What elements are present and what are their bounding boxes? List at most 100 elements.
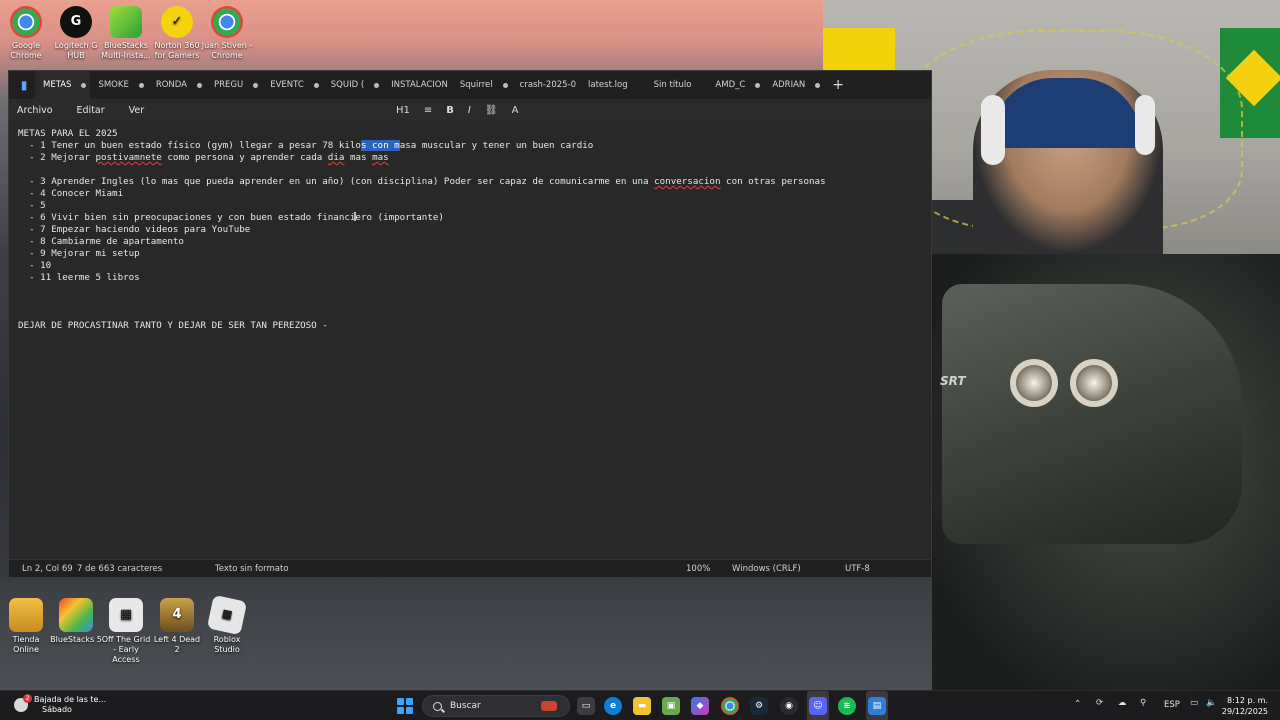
- misspelled-word: conversacion: [654, 176, 721, 187]
- volume-icon[interactable]: 🔈: [1206, 698, 1217, 708]
- link-icon[interactable]: ⛓: [485, 105, 498, 116]
- tab-amd[interactable]: AMD_C: [695, 71, 764, 99]
- network-share-icon[interactable]: ☁: [1118, 698, 1127, 708]
- notepad-taskbar-icon[interactable]: ▤: [868, 697, 886, 715]
- menu-bar: Archivo Editar Ver H1 ≡ B I ⛓ A: [9, 99, 931, 121]
- ibeam-cursor: [354, 212, 356, 221]
- sync-icon[interactable]: ⟳: [1096, 698, 1103, 708]
- format-status[interactable]: Texto sin formato: [215, 564, 289, 574]
- chevron-up-icon[interactable]: ⌃: [1074, 699, 1081, 709]
- edge-icon[interactable]: e: [604, 697, 622, 715]
- tab-sin-titulo[interactable]: Sin título: [632, 71, 696, 99]
- editor-line: - 11 leerme 5 libros: [18, 272, 140, 283]
- logitech-icon: G: [60, 6, 92, 38]
- obs-icon[interactable]: ◉: [780, 697, 798, 715]
- text-editor[interactable]: METAS PARA EL 2025 - 1 Tener un buen est…: [9, 121, 931, 561]
- tab-latest-log[interactable]: latest.log: [580, 71, 632, 99]
- notepad-app-icon: ▮: [20, 78, 28, 92]
- clock-date: 29/12/2025: [1221, 707, 1268, 716]
- task-view-icon[interactable]: ▭: [577, 697, 595, 715]
- tab-metas[interactable]: METAS: [35, 71, 91, 99]
- editor-line: DEJAR DE PROCASTINAR TANTO Y DEJAR DE SE…: [18, 320, 328, 331]
- tab-squid[interactable]: SQUID (: [323, 71, 383, 99]
- misspelled-word: dia: [327, 152, 345, 163]
- headset: [1135, 95, 1155, 155]
- search-highlight-icon: [541, 701, 557, 711]
- file-explorer-icon[interactable]: ▬: [633, 697, 651, 715]
- text-selection: s con m: [360, 140, 400, 151]
- discord-icon[interactable]: ☺: [809, 697, 827, 715]
- desktop-icon-bluestacks5[interactable]: BlueStacks 5: [50, 598, 102, 645]
- heading-dropdown[interactable]: H1: [396, 105, 410, 116]
- weather-title: Bajada de las te...: [34, 695, 107, 704]
- desktop-icon-tienda[interactable]: Tienda Online: [0, 598, 52, 655]
- car-wallpaper: SRT: [932, 254, 1280, 690]
- chrome-profile-icon: [211, 6, 243, 38]
- clear-format-icon[interactable]: A: [512, 105, 519, 116]
- tab-pregu[interactable]: PREGU: [206, 71, 262, 99]
- desktop-icon-chrome[interactable]: Google Chrome: [0, 6, 52, 61]
- weather-subtitle: Sábado: [42, 705, 72, 714]
- weather-widget[interactable]: Bajada de las te... Sábado: [14, 694, 107, 715]
- status-bar: Ln 2, Col 69 7 de 663 caracteres Texto s…: [9, 559, 931, 577]
- editor-line: - 3 Aprender Ingles (lo mas que pueda ap…: [18, 176, 826, 187]
- editor-line: - 8 Cambiarme de apartamento: [18, 236, 184, 247]
- encoding[interactable]: UTF-8: [845, 564, 870, 574]
- menu-editar[interactable]: Editar: [77, 105, 105, 116]
- format-toolbar: H1 ≡ B I ⛓ A: [396, 99, 518, 121]
- bluestacks-icon: [110, 6, 142, 38]
- editor-line: - 1 Tener un buen estado físico (gym) ll…: [18, 140, 594, 151]
- menu-archivo[interactable]: Archivo: [17, 105, 53, 116]
- copilot-icon[interactable]: ◆: [691, 697, 709, 715]
- tab-bar: ▮ METAS SMOKE RONDA PREGU EVENTC SQUID (…: [9, 71, 931, 99]
- tab-ronda[interactable]: RONDA: [148, 71, 206, 99]
- list-icon[interactable]: ≡: [424, 105, 432, 116]
- weather-icon: [14, 694, 32, 712]
- car-hood: [942, 284, 1242, 544]
- wifi-icon[interactable]: ▭: [1190, 698, 1198, 708]
- line-ending[interactable]: Windows (CRLF): [732, 564, 801, 574]
- desktop-icon-bluestacks-multi[interactable]: BlueStacks Multi-Insta...: [100, 6, 152, 61]
- desktop-icon-roblox-studio[interactable]: ◼ Roblox Studio: [201, 594, 253, 655]
- desktop-icon-norton[interactable]: ✓ Norton 360 for Gamers: [151, 6, 203, 61]
- microphone-icon[interactable]: ⚲: [1140, 698, 1146, 708]
- taskbar-search[interactable]: Buscar: [422, 695, 570, 717]
- language-indicator[interactable]: ESP: [1164, 700, 1180, 710]
- tab-smoke[interactable]: SMOKE: [90, 71, 147, 99]
- editor-line: - 6 Vivir bien sin preocupaciones y con …: [18, 212, 444, 223]
- norton-icon: ✓: [161, 6, 193, 38]
- zoom-level[interactable]: 100%: [686, 564, 710, 574]
- start-button[interactable]: [397, 698, 413, 714]
- misspelled-word: mas: [372, 152, 389, 163]
- tab-crash[interactable]: crash-2025-0: [512, 71, 580, 99]
- italic-icon[interactable]: I: [468, 105, 471, 116]
- desktop-icon-off-the-grid[interactable]: ▦ Off The Grid - Early Access: [100, 598, 152, 665]
- character-count: 7 de 663 caracteres: [77, 564, 163, 574]
- desktop-icon-left4dead2[interactable]: 4 Left 4 Dead 2: [151, 598, 203, 655]
- tab-adrian[interactable]: ADRIAN: [764, 71, 824, 99]
- new-tab-button[interactable]: +: [832, 77, 844, 93]
- headset: [981, 95, 1005, 165]
- windows-logo-icon: [397, 698, 404, 705]
- desktop-icon-chrome-profile[interactable]: Juan Stiven - Chrome: [201, 6, 253, 61]
- tab-squirrel[interactable]: Squirrel: [452, 71, 512, 99]
- minecraft-icon[interactable]: ▣: [662, 697, 680, 715]
- headlight: [1010, 359, 1058, 407]
- chrome-icon: [10, 6, 42, 38]
- car-badge: SRT: [940, 374, 966, 388]
- taskbar-clock[interactable]: 8:12 p. m. 29/12/2025: [1222, 695, 1268, 717]
- menu-ver[interactable]: Ver: [129, 105, 145, 116]
- tab-eventc[interactable]: EVENTC: [262, 71, 323, 99]
- desktop-icon-logitech[interactable]: G Logitech G HUB: [50, 6, 102, 61]
- editor-line: METAS PARA EL 2025: [18, 128, 118, 139]
- steam-icon[interactable]: ⚙: [750, 697, 768, 715]
- editor-line: - 5: [18, 200, 46, 211]
- spotify-icon[interactable]: ≋: [838, 697, 856, 715]
- editor-line: - 9 Mejorar mi setup: [18, 248, 140, 259]
- chrome-taskbar-icon[interactable]: [721, 697, 739, 715]
- bold-icon[interactable]: B: [446, 105, 454, 116]
- tab-instalacion[interactable]: INSTALACION: [383, 71, 452, 99]
